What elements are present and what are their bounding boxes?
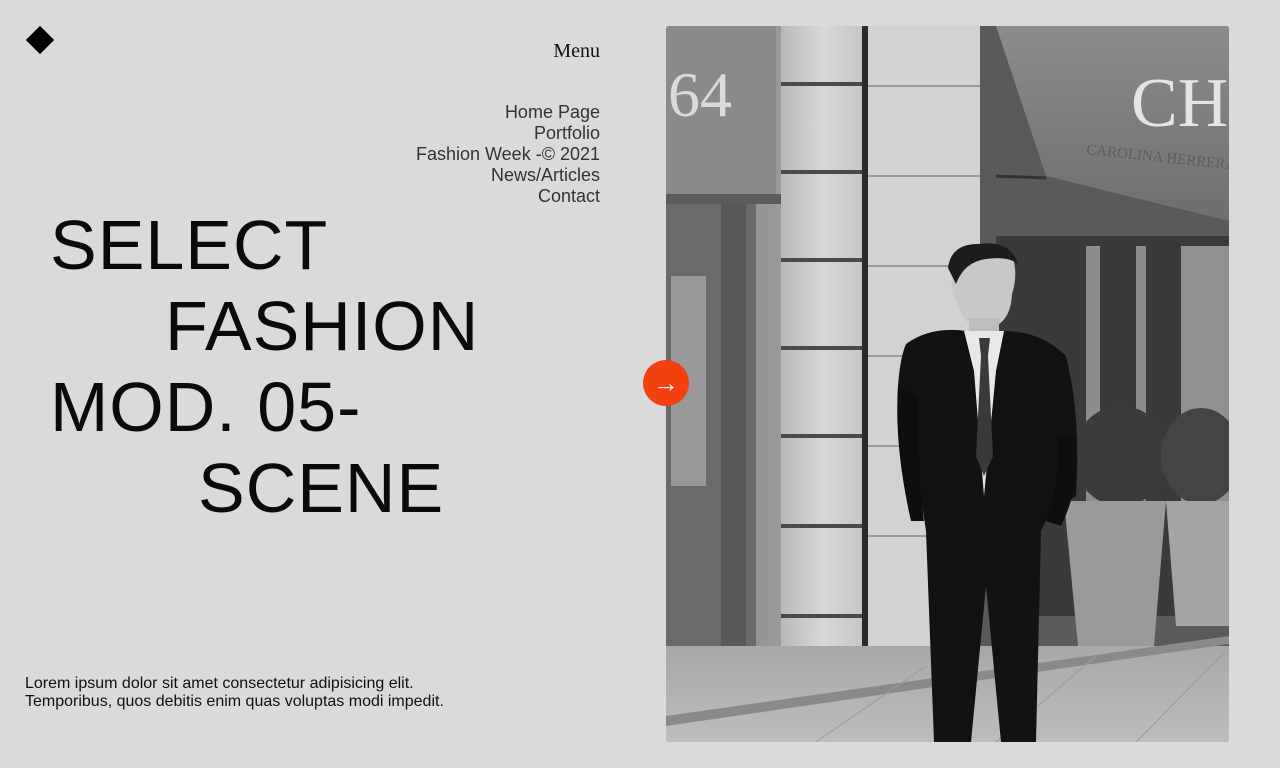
- nav-item-news-articles[interactable]: News/Articles: [416, 165, 600, 186]
- menu-button[interactable]: Menu: [553, 40, 600, 63]
- nav-item-contact[interactable]: Contact: [416, 186, 600, 207]
- headline-line-2: FASHION: [165, 287, 480, 365]
- awning-sign-letters: CH: [1131, 65, 1228, 142]
- diamond-logo-icon[interactable]: [25, 25, 55, 55]
- nav-item-home[interactable]: Home Page: [416, 102, 600, 123]
- headline-line-1: SELECT: [50, 206, 329, 284]
- next-slide-button[interactable]: →: [643, 360, 689, 406]
- blurb-line-1: Lorem ipsum dolor sit amet consectetur a…: [25, 675, 414, 692]
- nav-list: Home Page Portfolio Fashion Week -© 2021…: [416, 102, 600, 207]
- hero-headline: SELECT FASHION MOD. 05- SCENE: [50, 205, 479, 529]
- hero-photo: 64 CH CAROLINA HERRERA: [666, 26, 1229, 742]
- blurb-line-2: Temporibus, quos debitis enim quas volup…: [25, 693, 444, 710]
- headline-line-4: SCENE: [198, 449, 445, 527]
- arrow-right-icon: →: [653, 367, 679, 398]
- headline-line-3: MOD. 05-: [50, 368, 362, 446]
- nav-item-portfolio[interactable]: Portfolio: [416, 123, 600, 144]
- nav-item-fashion-week[interactable]: Fashion Week -© 2021: [416, 144, 600, 165]
- street-fashion-photo: 64 CH CAROLINA HERRERA: [666, 26, 1229, 742]
- hero-blurb: Lorem ipsum dolor sit amet consectetur a…: [25, 675, 485, 711]
- svg-text:64: 64: [668, 59, 732, 130]
